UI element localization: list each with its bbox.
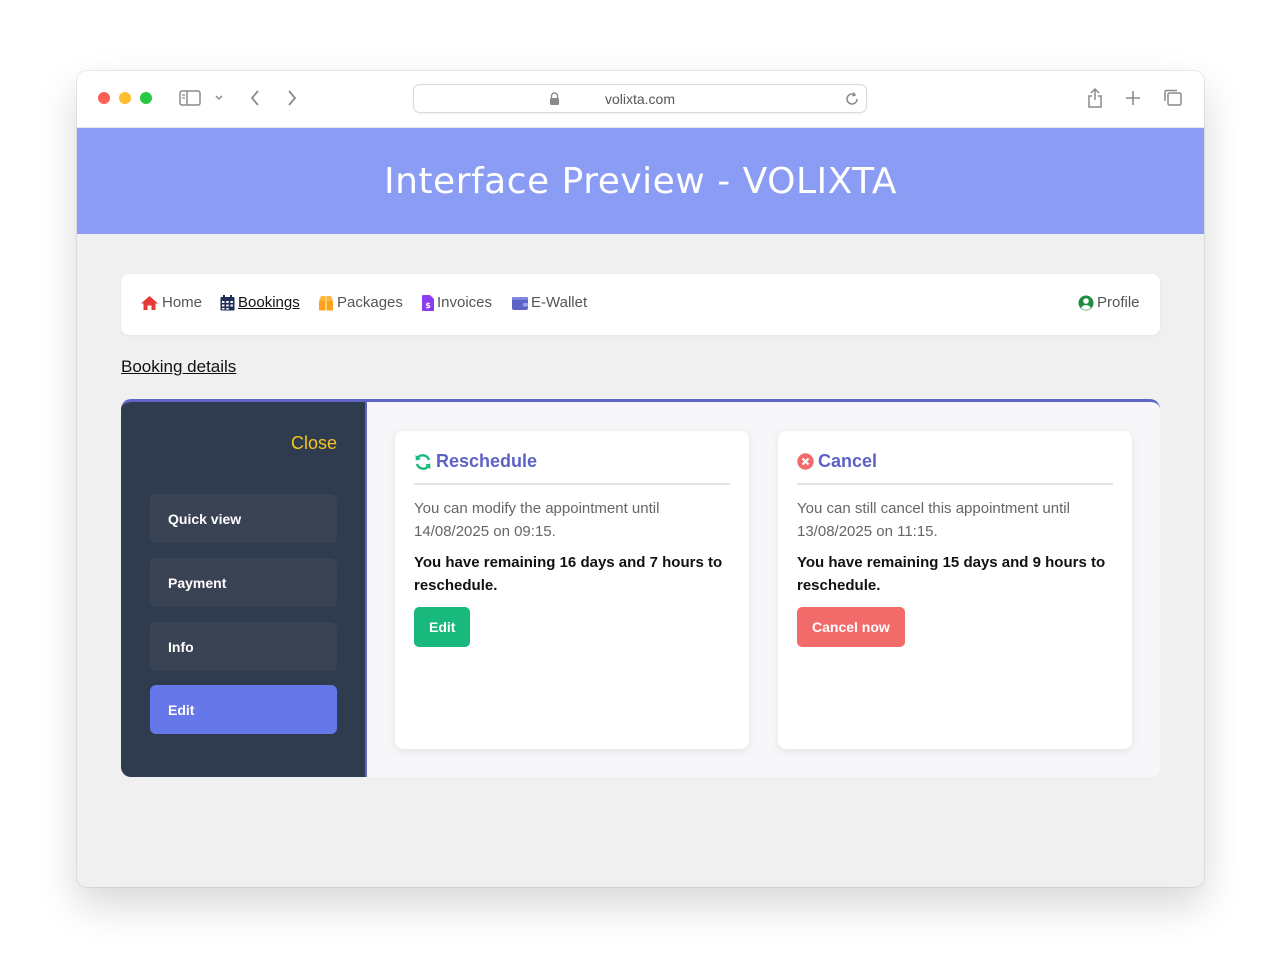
tabs-overview-icon[interactable] (1163, 87, 1183, 109)
cancel-title-text: Cancel (818, 451, 878, 471)
nav-item-invoices[interactable]: $ Invoices (422, 294, 492, 311)
sync-icon (415, 453, 431, 470)
booking-sidebar: Close Quick view Payment Info Edit (121, 402, 367, 777)
sidebar-item-payment[interactable]: Payment (150, 558, 337, 607)
reload-icon[interactable] (844, 91, 860, 112)
reschedule-card: Reschedule You can modify the appointmen… (395, 431, 749, 749)
cancel-now-button[interactable]: Cancel now (797, 607, 905, 647)
nav-item-e-wallet[interactable]: E-Wallet (512, 294, 587, 311)
booking-panel: Close Quick view Payment Info Edit Resch… (121, 399, 1160, 777)
back-arrow-icon[interactable] (247, 87, 263, 109)
nav-label: Bookings (238, 294, 300, 311)
nav-item-home[interactable]: Home (140, 294, 202, 311)
address-bar[interactable]: volixta.com (413, 84, 867, 113)
sidebar-item-quick-view[interactable]: Quick view (150, 494, 337, 543)
page-title: Interface Preview - VOLIXTA (384, 160, 897, 202)
close-window-button[interactable] (98, 92, 110, 104)
nav-label: Profile (1097, 294, 1140, 311)
cancel-card: Cancel You can still cancel this appoint… (778, 431, 1132, 749)
url-text: volixta.com (604, 91, 676, 107)
svg-text:$: $ (425, 301, 431, 310)
nav-label: Invoices (437, 294, 493, 311)
cancel-title: Cancel (797, 451, 1113, 485)
forward-arrow-icon[interactable] (284, 87, 300, 109)
nav-label: Home (162, 294, 203, 311)
page-header: Interface Preview - VOLIXTA (77, 128, 1204, 234)
share-icon[interactable] (1085, 87, 1105, 109)
nav-label: E-Wallet (531, 294, 588, 311)
nav-item-profile[interactable]: Profile (1078, 294, 1140, 311)
cancel-description: You can still cancel this appointment un… (797, 500, 1070, 540)
reschedule-title-text: Reschedule (436, 451, 538, 471)
sidebar-item-info[interactable]: Info (150, 622, 337, 671)
invoice-icon: $ (422, 294, 434, 311)
main-navigation: Home Bookings Packages $ Invoices E-Wall… (121, 274, 1160, 335)
browser-toolbar: volixta.com (77, 71, 1204, 128)
home-icon (141, 295, 158, 310)
chevron-down-icon[interactable] (213, 87, 225, 109)
booking-details-link[interactable]: Booking details (121, 357, 236, 377)
close-button[interactable]: Close (291, 433, 337, 454)
reschedule-description: You can modify the appointment until 14/… (414, 500, 660, 540)
new-tab-icon[interactable] (1123, 87, 1143, 109)
cancel-remaining: You have remaining 15 days and 9 hours t… (797, 554, 1106, 594)
sidebar-toggle-icon[interactable] (178, 87, 202, 109)
reschedule-title: Reschedule (414, 451, 730, 485)
nav-item-bookings[interactable]: Bookings (220, 294, 300, 311)
package-icon (319, 295, 333, 310)
edit-button[interactable]: Edit (414, 607, 471, 647)
wallet-icon (512, 296, 528, 310)
reschedule-remaining: You have remaining 16 days and 7 hours t… (414, 554, 723, 594)
browser-window: volixta.com Interface Preview - VOLIXTA … (77, 71, 1204, 887)
user-circle-icon (1078, 295, 1094, 310)
minimize-window-button[interactable] (119, 92, 131, 104)
nav-item-packages[interactable]: Packages (318, 294, 403, 311)
nav-label: Packages (337, 294, 403, 311)
maximize-window-button[interactable] (140, 92, 152, 104)
cancel-circle-icon (797, 453, 814, 470)
calendar-icon (220, 294, 235, 310)
sidebar-item-edit[interactable]: Edit (150, 685, 337, 734)
